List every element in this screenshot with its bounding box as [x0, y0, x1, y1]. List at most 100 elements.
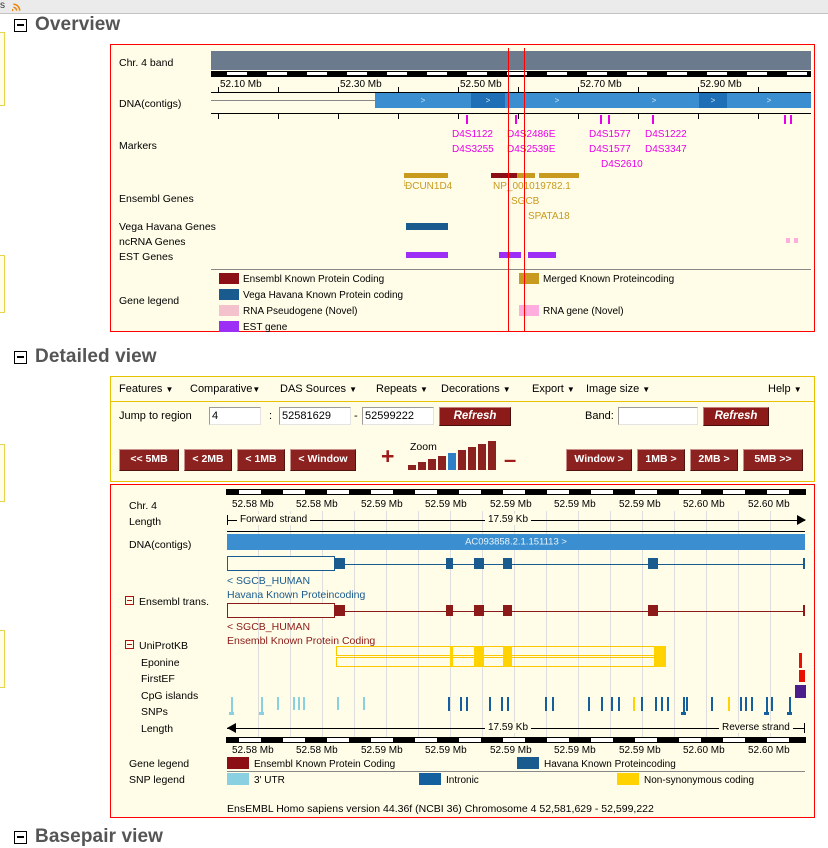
- nav-forward-5mb[interactable]: 5MB >>: [743, 449, 803, 471]
- snp-marker[interactable]: [293, 697, 295, 710]
- nav-forward-window[interactable]: Window >: [566, 449, 632, 471]
- zoom-in-icon[interactable]: +: [381, 443, 394, 470]
- snp-marker[interactable]: [611, 697, 613, 711]
- est-gene-bar[interactable]: [406, 252, 448, 258]
- menu-comparative[interactable]: Comparative▼: [190, 383, 260, 395]
- snp-marker[interactable]: [231, 697, 233, 712]
- snp-marker[interactable]: [655, 697, 657, 711]
- zoom-step[interactable]: [438, 456, 446, 470]
- nav-back-window[interactable]: < Window: [290, 449, 356, 471]
- zoom-step[interactable]: [428, 459, 436, 470]
- detailed-collapse-icon[interactable]: [14, 351, 27, 364]
- nav-back-1mb[interactable]: < 1MB: [237, 449, 285, 471]
- snp-marker[interactable]: [633, 697, 635, 711]
- menu-features[interactable]: Features ▼: [119, 383, 173, 395]
- zoom-step[interactable]: [468, 447, 476, 470]
- snp-marker[interactable]: [740, 697, 742, 711]
- gene-label-spata18[interactable]: SPATA18: [528, 211, 570, 222]
- contig-segment[interactable]: >: [471, 93, 505, 108]
- snp-marker[interactable]: [277, 697, 279, 710]
- menu-decorations[interactable]: Decorations ▼: [441, 383, 511, 395]
- eponine-feature[interactable]: [799, 653, 802, 668]
- snp-marker[interactable]: [766, 697, 768, 712]
- snp-marker[interactable]: [298, 697, 300, 710]
- zoom-step[interactable]: [408, 465, 416, 470]
- ncrna-gene-bar[interactable]: [794, 238, 798, 243]
- contig-segment[interactable]: >: [609, 93, 699, 108]
- ensembl-exon[interactable]: [335, 605, 345, 616]
- havana-transcript-name[interactable]: < SGCB_HUMAN: [227, 575, 310, 587]
- snp-marker[interactable]: [507, 697, 509, 711]
- snp-marker[interactable]: [789, 697, 791, 712]
- menu-image-size[interactable]: Image size ▼: [586, 383, 650, 395]
- snp-marker[interactable]: [588, 697, 590, 711]
- havana-exon-end[interactable]: [803, 558, 805, 569]
- overview-highlight-region[interactable]: [508, 48, 525, 331]
- gene-label-np001019782[interactable]: NP_001019782.1: [493, 181, 571, 192]
- gene-label-dcun1d4[interactable]: DCUN1D4: [405, 181, 452, 192]
- snp-marker[interactable]: [641, 697, 643, 711]
- snp-marker[interactable]: [686, 697, 688, 711]
- snp-marker[interactable]: [601, 697, 603, 711]
- refresh-band-button[interactable]: Refresh: [703, 407, 769, 426]
- ncrna-gene-bar[interactable]: [786, 238, 790, 243]
- snp-marker[interactable]: [261, 697, 263, 712]
- nav-forward-2mb[interactable]: 2MB >: [690, 449, 738, 471]
- detail-contig-bar[interactable]: AC093858.2.1.151113 >: [227, 534, 805, 550]
- ensembl-exon[interactable]: [503, 605, 512, 616]
- snp-marker[interactable]: [337, 697, 339, 710]
- band-input[interactable]: [618, 407, 698, 425]
- ensembl-exon[interactable]: [446, 605, 453, 616]
- zoom-out-icon[interactable]: –: [504, 447, 516, 473]
- havana-utr-box[interactable]: [227, 556, 335, 571]
- contig-segment[interactable]: >: [727, 93, 811, 108]
- snp-marker[interactable]: [545, 697, 547, 711]
- nav-back-2mb[interactable]: < 2MB: [184, 449, 232, 471]
- zoom-step[interactable]: [488, 441, 496, 470]
- chromosome-input[interactable]: [209, 407, 261, 425]
- snp-marker[interactable]: [618, 697, 620, 711]
- snp-marker[interactable]: [683, 697, 685, 712]
- menu-das-sources[interactable]: DAS Sources ▼: [280, 383, 357, 395]
- contig-segment[interactable]: >: [699, 93, 727, 108]
- region-start-input[interactable]: [279, 407, 351, 425]
- zoom-step[interactable]: [478, 444, 486, 470]
- vega-gene-bar[interactable]: [406, 223, 448, 230]
- snp-marker[interactable]: [771, 697, 773, 711]
- havana-exon[interactable]: [503, 558, 512, 569]
- rss-icon[interactable]: [12, 1, 23, 12]
- snp-marker[interactable]: [501, 697, 503, 711]
- havana-exon[interactable]: [446, 558, 453, 569]
- zoom-step-selected[interactable]: [448, 453, 456, 470]
- basepair-expand-icon[interactable]: [14, 831, 27, 844]
- snp-marker[interactable]: [661, 697, 663, 711]
- snp-marker[interactable]: [728, 697, 730, 711]
- menu-repeats[interactable]: Repeats ▼: [376, 383, 428, 395]
- snp-marker[interactable]: [363, 697, 365, 710]
- est-gene-bar[interactable]: [528, 252, 556, 258]
- refresh-region-button[interactable]: Refresh: [439, 407, 511, 426]
- zoom-step[interactable]: [418, 462, 426, 470]
- zoom-step[interactable]: [458, 450, 466, 470]
- ensembl-exon[interactable]: [474, 605, 484, 616]
- firstef-feature[interactable]: [799, 670, 805, 682]
- contig-segment[interactable]: >: [375, 93, 471, 108]
- snp-marker[interactable]: [711, 697, 713, 711]
- ensembl-transcript-name[interactable]: < SGCB_HUMAN: [227, 621, 310, 633]
- ensembl-utr-box[interactable]: [227, 603, 335, 618]
- snp-marker[interactable]: [552, 697, 554, 711]
- ensembl-trans-collapse-icon[interactable]: [125, 596, 134, 605]
- snp-marker[interactable]: [745, 697, 747, 711]
- ensembl-exon[interactable]: [648, 605, 658, 616]
- havana-exon[interactable]: [648, 558, 658, 569]
- snp-marker[interactable]: [751, 697, 753, 711]
- ensembl-exon-end[interactable]: [803, 605, 805, 616]
- snp-marker[interactable]: [460, 697, 462, 711]
- snp-marker[interactable]: [667, 697, 669, 711]
- menu-help[interactable]: Help ▼: [768, 383, 802, 395]
- nav-back-5mb[interactable]: << 5MB: [119, 449, 179, 471]
- snp-marker[interactable]: [466, 697, 468, 711]
- snp-marker[interactable]: [448, 697, 450, 711]
- uniprotkb-collapse-icon[interactable]: [125, 640, 134, 649]
- menu-export[interactable]: Export ▼: [532, 383, 575, 395]
